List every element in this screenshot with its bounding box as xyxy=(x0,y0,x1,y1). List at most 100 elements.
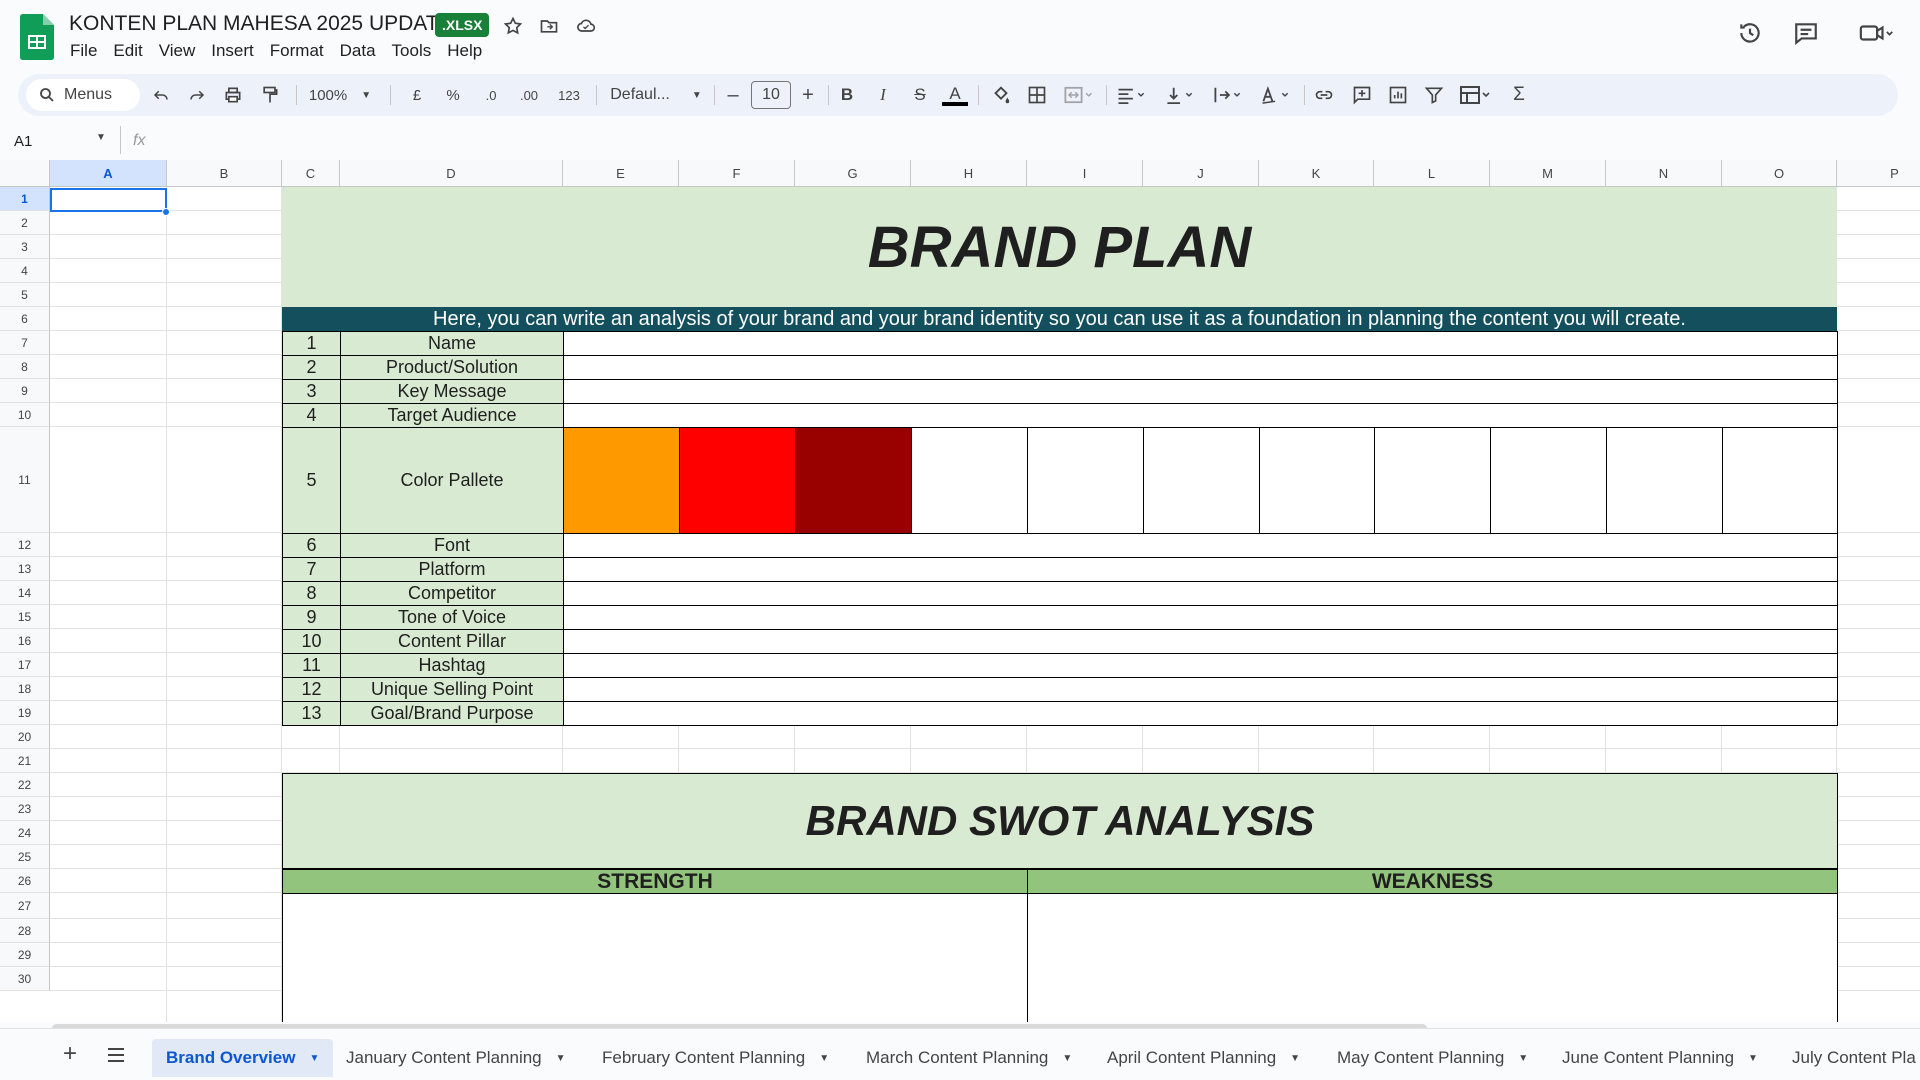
row-header-12[interactable]: 12 xyxy=(0,533,50,557)
row-header-29[interactable]: 29 xyxy=(0,943,50,967)
filter-views-icon[interactable] xyxy=(1454,79,1498,111)
item-value-cell[interactable] xyxy=(563,331,1838,356)
bold-button[interactable]: B xyxy=(834,79,860,111)
column-header-n[interactable]: N xyxy=(1606,160,1722,187)
functions-button[interactable]: Σ xyxy=(1506,79,1532,111)
row-header-20[interactable]: 20 xyxy=(0,725,50,749)
swot-weakness-cell[interactable] xyxy=(1027,893,1838,1022)
column-header-a[interactable]: A xyxy=(50,160,167,187)
row-header-21[interactable]: 21 xyxy=(0,749,50,773)
row-header-17[interactable]: 17 xyxy=(0,653,50,677)
column-header-i[interactable]: I xyxy=(1027,160,1143,187)
percent-format-button[interactable]: % xyxy=(440,79,466,111)
increase-decimal-button[interactable]: .00 xyxy=(514,79,544,111)
chevron-down-icon[interactable]: ▼ xyxy=(1062,1053,1072,1064)
menu-view[interactable]: View xyxy=(151,39,204,63)
sheets-logo-icon[interactable] xyxy=(20,14,54,60)
row-header-22[interactable]: 22 xyxy=(0,773,50,797)
item-value-cell[interactable] xyxy=(563,629,1838,654)
row-header-4[interactable]: 4 xyxy=(0,259,50,283)
item-value-cell[interactable] xyxy=(563,581,1838,606)
version-history-icon[interactable] xyxy=(1733,16,1767,50)
column-header-o[interactable]: O xyxy=(1722,160,1837,187)
row-header-30[interactable]: 30 xyxy=(0,967,50,991)
row-header-18[interactable]: 18 xyxy=(0,677,50,701)
row-header-5[interactable]: 5 xyxy=(0,283,50,307)
row-header-9[interactable]: 9 xyxy=(0,379,50,403)
row-header-14[interactable]: 14 xyxy=(0,581,50,605)
item-value-cell[interactable] xyxy=(563,677,1838,702)
item-value-cell[interactable] xyxy=(563,605,1838,630)
star-icon[interactable] xyxy=(500,13,526,39)
item-value-cell[interactable] xyxy=(563,355,1838,380)
strikethrough-button[interactable]: S xyxy=(907,79,933,111)
redo-icon[interactable] xyxy=(184,79,210,111)
sheet-tab-april-content-planning[interactable]: April Content Planning ▼ xyxy=(1093,1039,1314,1077)
color-swatch[interactable] xyxy=(563,427,680,534)
chevron-down-icon[interactable]: ▼ xyxy=(1748,1053,1758,1064)
chevron-down-icon[interactable]: ▼ xyxy=(1518,1053,1528,1064)
sheet-tab-july-content-pla[interactable]: July Content Pla xyxy=(1778,1039,1920,1077)
color-swatch[interactable] xyxy=(1143,427,1260,534)
font-size-increase-icon[interactable]: + xyxy=(795,79,821,111)
undo-icon[interactable] xyxy=(148,79,174,111)
menu-file[interactable]: File xyxy=(62,39,105,63)
sheet-tab-march-content-planning[interactable]: March Content Planning ▼ xyxy=(852,1039,1086,1077)
item-value-cell[interactable] xyxy=(563,557,1838,582)
menu-format[interactable]: Format xyxy=(262,39,332,63)
font-size-input[interactable]: 10 xyxy=(751,81,791,109)
meet-video-icon[interactable] xyxy=(1852,16,1900,50)
formula-input[interactable] xyxy=(160,124,1900,156)
item-value-cell[interactable] xyxy=(563,701,1838,726)
column-header-h[interactable]: H xyxy=(911,160,1027,187)
sheet-tab-june-content-planning[interactable]: June Content Planning ▼ xyxy=(1548,1039,1772,1077)
menu-help[interactable]: Help xyxy=(439,39,490,63)
color-swatch[interactable] xyxy=(795,427,912,534)
color-swatch[interactable] xyxy=(911,427,1028,534)
insert-comment-icon[interactable] xyxy=(1348,79,1376,111)
column-header-d[interactable]: D xyxy=(340,160,563,187)
row-header-3[interactable]: 3 xyxy=(0,235,50,259)
chevron-down-icon[interactable]: ▼ xyxy=(309,1053,319,1064)
horizontal-align-icon[interactable] xyxy=(1110,79,1154,111)
borders-icon[interactable] xyxy=(1024,79,1050,111)
add-sheet-icon[interactable]: + xyxy=(58,1042,82,1067)
color-swatch[interactable] xyxy=(1606,427,1723,534)
row-header-7[interactable]: 7 xyxy=(0,331,50,355)
column-header-g[interactable]: G xyxy=(795,160,911,187)
font-family-select[interactable]: Defaul... ▼ xyxy=(608,79,704,111)
insert-link-icon[interactable] xyxy=(1310,79,1338,111)
row-header-1[interactable]: 1 xyxy=(0,187,50,211)
cloud-status-icon[interactable] xyxy=(573,13,599,39)
color-swatch[interactable] xyxy=(1722,427,1838,534)
merge-cells-icon[interactable] xyxy=(1058,79,1098,111)
insert-chart-icon[interactable] xyxy=(1384,79,1412,111)
zoom-select[interactable]: 100% ▼ xyxy=(300,79,380,111)
column-header-c[interactable]: C xyxy=(282,160,340,187)
item-value-cell[interactable] xyxy=(563,379,1838,404)
color-swatch[interactable] xyxy=(1259,427,1375,534)
comments-icon[interactable] xyxy=(1789,16,1823,50)
column-header-m[interactable]: M xyxy=(1490,160,1606,187)
menu-edit[interactable]: Edit xyxy=(105,39,150,63)
selected-cell-a1[interactable] xyxy=(50,188,167,212)
sheet-tab-brand-overview[interactable]: Brand Overview ▼ xyxy=(152,1039,334,1077)
item-value-cell[interactable] xyxy=(563,533,1838,558)
vertical-align-icon[interactable] xyxy=(1158,79,1202,111)
column-header-e[interactable]: E xyxy=(563,160,679,187)
move-folder-icon[interactable] xyxy=(536,13,562,39)
column-header-j[interactable]: J xyxy=(1143,160,1259,187)
fill-handle[interactable] xyxy=(162,208,170,216)
sheet-tab-may-content-planning[interactable]: May Content Planning ▼ xyxy=(1323,1039,1542,1077)
menu-tools[interactable]: Tools xyxy=(384,39,440,63)
column-header-p[interactable]: P xyxy=(1837,160,1920,187)
menu-insert[interactable]: Insert xyxy=(203,39,262,63)
document-title[interactable]: KONTEN PLAN MAHESA 2025 UPDATE xyxy=(69,12,453,36)
color-swatch[interactable] xyxy=(1374,427,1491,534)
sheet-tab-february-content-planning[interactable]: February Content Planning ▼ xyxy=(588,1039,843,1077)
row-header-26[interactable]: 26 xyxy=(0,869,50,893)
print-icon[interactable] xyxy=(220,79,246,111)
row-header-15[interactable]: 15 xyxy=(0,605,50,629)
row-header-25[interactable]: 25 xyxy=(0,845,50,869)
row-header-13[interactable]: 13 xyxy=(0,557,50,581)
